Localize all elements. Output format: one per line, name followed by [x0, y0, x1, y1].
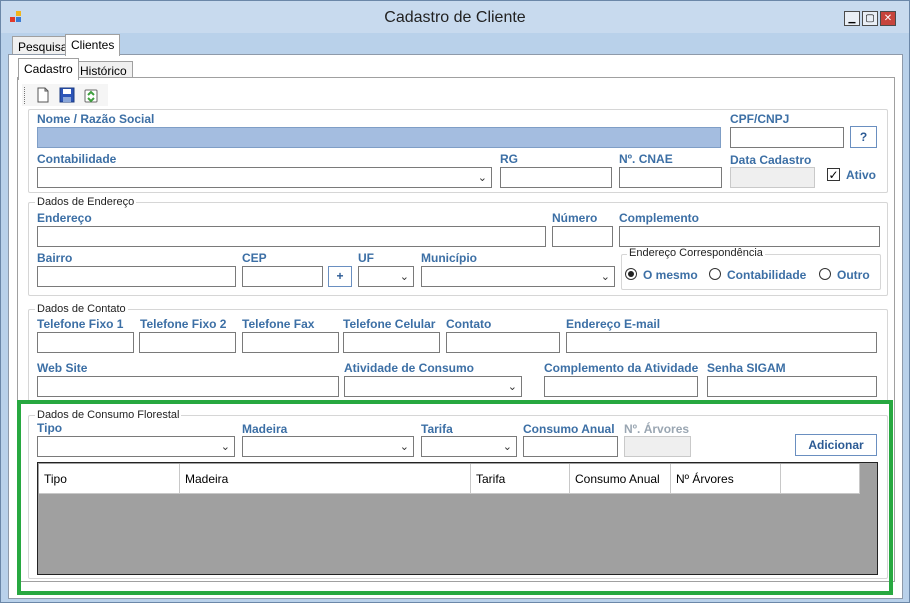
- chevron-down-icon: ⌄: [600, 271, 610, 283]
- chevron-down-icon: ⌄: [477, 172, 487, 184]
- tab-cadastro-label: Cadastro: [24, 62, 73, 76]
- contato-input[interactable]: [446, 332, 560, 353]
- cep-label: CEP: [242, 251, 267, 265]
- numero-label: Número: [552, 211, 598, 225]
- complemento-atividade-label: Complemento da Atividade: [544, 361, 699, 375]
- rg-label: RG: [500, 152, 518, 166]
- radio-o-mesmo[interactable]: [625, 268, 637, 280]
- toolbar-grip[interactable]: [24, 87, 27, 104]
- toolbar: [22, 84, 108, 106]
- tab-cadastro[interactable]: Cadastro: [18, 58, 79, 80]
- website-input[interactable]: [37, 376, 339, 397]
- complemento-input[interactable]: [619, 226, 880, 247]
- tel-fixo1-label: Telefone Fixo 1: [37, 317, 124, 331]
- bairro-input[interactable]: [37, 266, 236, 287]
- new-document-icon[interactable]: [34, 86, 52, 104]
- ativo-checkbox[interactable]: ✓: [827, 168, 840, 181]
- tab-historico-label: Histórico: [80, 64, 127, 78]
- selection-highlight: [17, 400, 893, 595]
- cnae-label: Nº. CNAE: [619, 152, 673, 166]
- numero-input[interactable]: [552, 226, 613, 247]
- main-window: Cadastro de Cliente ▁ ▢ ✕ Pesquisa Clien…: [0, 0, 910, 603]
- tab-clientes-label: Clientes: [71, 38, 115, 52]
- atividade-select[interactable]: ⌄: [344, 376, 522, 397]
- tel-celular-input[interactable]: [343, 332, 440, 353]
- rg-input[interactable]: [500, 167, 612, 188]
- tel-fax-input[interactable]: [242, 332, 339, 353]
- radio-contabilidade-label: Contabilidade: [727, 268, 807, 282]
- save-icon[interactable]: [58, 86, 76, 104]
- email-input[interactable]: [566, 332, 877, 353]
- title-bar[interactable]: Cadastro de Cliente ▁ ▢ ✕: [1, 1, 909, 33]
- cpf-input[interactable]: [730, 127, 844, 148]
- close-button[interactable]: ✕: [880, 11, 896, 26]
- endereco-label: Endereço: [37, 211, 92, 225]
- senha-sigam-label: Senha SIGAM: [707, 361, 786, 375]
- uf-label: UF: [358, 251, 374, 265]
- correspondencia-group-title: Endereço Correspondência: [627, 247, 765, 259]
- email-label: Endereço E-mail: [566, 317, 661, 331]
- data-cadastro-input[interactable]: [730, 167, 815, 188]
- bairro-label: Bairro: [37, 251, 73, 265]
- contabilidade-label: Contabilidade: [37, 152, 117, 166]
- minimize-icon: ▁: [848, 13, 856, 23]
- recycle-icon[interactable]: [82, 86, 100, 104]
- cep-input[interactable]: [242, 266, 323, 287]
- nome-label: Nome / Razão Social: [37, 112, 155, 126]
- municipio-label: Município: [421, 251, 477, 265]
- endereco-group-title: Dados de Endereço: [35, 196, 137, 208]
- website-label: Web Site: [37, 361, 88, 375]
- radio-outro[interactable]: [819, 268, 831, 280]
- senha-sigam-input[interactable]: [707, 376, 877, 397]
- cpf-help-button[interactable]: ?: [850, 126, 877, 148]
- tel-fax-label: Telefone Fax: [242, 317, 315, 331]
- maximize-icon: ▢: [865, 13, 875, 24]
- tab-clientes[interactable]: Clientes: [65, 34, 121, 56]
- plus-icon: +: [336, 269, 344, 283]
- cep-search-button[interactable]: +: [328, 266, 352, 287]
- chevron-down-icon: ⌄: [507, 381, 517, 393]
- tel-fixo2-input[interactable]: [139, 332, 236, 353]
- data-cadastro-label: Data Cadastro: [730, 153, 812, 167]
- cnae-input[interactable]: [619, 167, 722, 188]
- ativo-label: Ativo: [846, 168, 876, 182]
- chevron-down-icon: ⌄: [399, 271, 409, 283]
- radio-o-mesmo-label: O mesmo: [643, 268, 698, 282]
- municipio-select[interactable]: ⌄: [421, 266, 615, 287]
- tab-pesquisa-label: Pesquisa: [18, 40, 68, 54]
- nome-input[interactable]: [37, 127, 721, 148]
- contabilidade-select[interactable]: ⌄: [37, 167, 492, 188]
- radio-contabilidade[interactable]: [709, 268, 721, 280]
- tel-fixo1-input[interactable]: [37, 332, 134, 353]
- complemento-atividade-input[interactable]: [544, 376, 698, 397]
- contato-label: Contato: [446, 317, 492, 331]
- minimize-button[interactable]: ▁: [844, 11, 860, 26]
- maximize-button[interactable]: ▢: [862, 11, 878, 26]
- window-title: Cadastro de Cliente: [384, 9, 526, 26]
- uf-select[interactable]: ⌄: [358, 266, 414, 287]
- tel-fixo2-label: Telefone Fixo 2: [140, 317, 227, 331]
- atividade-label: Atividade de Consumo: [344, 361, 475, 375]
- contato-group-title: Dados de Contato: [35, 303, 128, 315]
- cpf-label: CPF/CNPJ: [730, 112, 790, 126]
- complemento-label: Complemento: [619, 211, 700, 225]
- radio-outro-label: Outro: [837, 268, 870, 282]
- close-icon: ✕: [883, 13, 893, 24]
- tel-celular-label: Telefone Celular: [343, 317, 436, 331]
- help-icon: ?: [859, 130, 868, 144]
- endereco-input[interactable]: [37, 226, 546, 247]
